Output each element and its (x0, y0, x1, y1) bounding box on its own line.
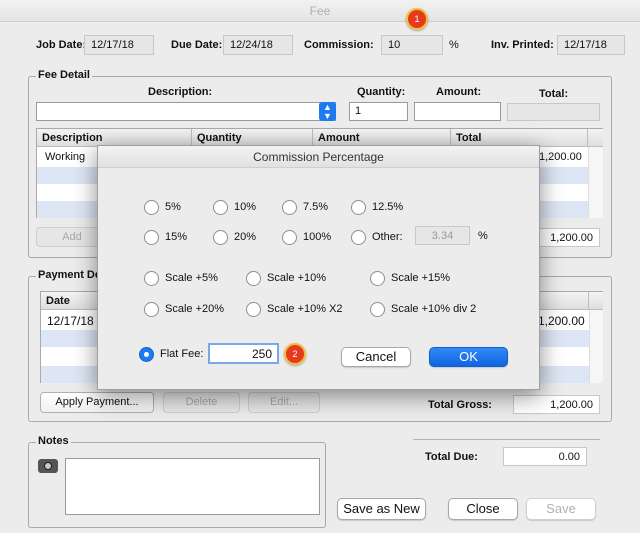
total-due-label: Total Due: (425, 451, 478, 463)
radio-20[interactable]: 20% (213, 229, 256, 245)
total-gross-value: 1,200.00 (513, 395, 600, 414)
radio-scale-10-x2[interactable]: Scale +10% X2 (246, 301, 343, 317)
payment-row-date[interactable]: 12/17/18 (47, 314, 94, 328)
fee-detail-group-label: Fee Detail (36, 69, 92, 81)
radio-flat-fee[interactable]: Flat Fee: (139, 346, 203, 362)
dialog-title: Commission Percentage (98, 146, 539, 168)
radio-circle-icon (213, 199, 228, 215)
step-badge-1: 1 (406, 8, 428, 30)
commission-field[interactable]: 10 (381, 35, 443, 55)
radio-circle-icon (144, 270, 159, 286)
radio-scale-10-div2[interactable]: Scale +10% div 2 (370, 301, 476, 317)
radio-7-5[interactable]: 7.5% (282, 199, 328, 215)
radio-circle-icon (144, 199, 159, 215)
radio-circle-icon (282, 229, 297, 245)
payment-table-scrollbar[interactable] (589, 310, 603, 383)
amount-input[interactable] (414, 102, 501, 121)
due-date-field: 12/24/18 (223, 35, 293, 55)
fee-col-spacer (588, 129, 603, 147)
notes-group-label: Notes (36, 435, 71, 447)
inv-printed-label: Inv. Printed: (491, 39, 554, 51)
radio-selected-icon (139, 346, 154, 362)
radio-scale-10[interactable]: Scale +10% (246, 270, 326, 286)
radio-circle-icon (351, 199, 366, 215)
job-date-field: 12/17/18 (84, 35, 154, 55)
radio-circle-icon (351, 229, 366, 245)
commission-dialog: Commission Percentage 5% 10% 7.5% 12.5% … (97, 145, 540, 390)
amount-label: Amount: (436, 86, 482, 98)
radio-15[interactable]: 15% (144, 229, 187, 245)
radio-12-5[interactable]: 12.5% (351, 199, 403, 215)
inv-printed-field: 12/17/18 (557, 35, 625, 55)
commission-percent: % (449, 39, 459, 51)
total-field (507, 103, 600, 121)
select-arrows-icon[interactable]: ▲ ▼ (319, 102, 336, 121)
quantity-input[interactable]: 1 (349, 102, 408, 121)
step-badge-2: 2 (284, 343, 306, 365)
save-as-new-button[interactable]: Save as New (337, 498, 426, 520)
radio-scale-20[interactable]: Scale +20% (144, 301, 224, 317)
radio-circle-icon (213, 229, 228, 245)
radio-circle-icon (246, 270, 261, 286)
radio-circle-icon (370, 270, 385, 286)
apply-payment-button[interactable]: Apply Payment... (40, 392, 154, 413)
quantity-label: Quantity: (357, 86, 406, 98)
fee-row-total[interactable]: 1,200.00 (539, 151, 582, 163)
window-title: Fee (0, 0, 640, 22)
close-button[interactable]: Close (448, 498, 518, 520)
other-percent-input[interactable]: 3.34 (415, 226, 470, 245)
payment-row-amount[interactable]: 1,200.00 (538, 314, 585, 328)
radio-circle-icon (370, 301, 385, 317)
ok-button[interactable]: OK (429, 347, 508, 367)
fee-row-description[interactable]: Working (45, 151, 85, 163)
commission-label: Commission: (304, 39, 374, 51)
delete-button[interactable]: Delete (163, 392, 240, 413)
radio-scale-5[interactable]: Scale +5% (144, 270, 218, 286)
radio-circle-icon (246, 301, 261, 317)
radio-100[interactable]: 100% (282, 229, 331, 245)
radio-other[interactable]: Other: (351, 229, 403, 245)
fee-table-scrollbar[interactable] (588, 147, 603, 218)
radio-5[interactable]: 5% (144, 199, 181, 215)
flat-fee-input[interactable]: 250 (208, 343, 279, 364)
job-date-label: Job Date: (36, 39, 87, 51)
radio-circle-icon (144, 301, 159, 317)
total-due-value: 0.00 (503, 447, 587, 466)
payment-col-spacer (589, 292, 603, 310)
radio-circle-icon (144, 229, 159, 245)
description-select[interactable] (36, 102, 336, 121)
radio-circle-icon (282, 199, 297, 215)
total-label: Total: (539, 88, 569, 100)
total-due-divider (413, 439, 600, 440)
due-date-label: Due Date: (171, 39, 223, 51)
edit-button[interactable]: Edit... (248, 392, 320, 413)
camera-icon[interactable] (38, 459, 58, 473)
radio-10[interactable]: 10% (213, 199, 256, 215)
radio-scale-15[interactable]: Scale +15% (370, 270, 450, 286)
description-label: Description: (148, 86, 213, 98)
cancel-button[interactable]: Cancel (341, 347, 411, 367)
other-percent-unit: % (478, 230, 488, 242)
payment-group-label: Payment De (36, 269, 103, 281)
save-button[interactable]: Save (526, 498, 596, 520)
notes-textarea[interactable] (65, 458, 320, 515)
total-gross-label: Total Gross: (428, 399, 492, 411)
